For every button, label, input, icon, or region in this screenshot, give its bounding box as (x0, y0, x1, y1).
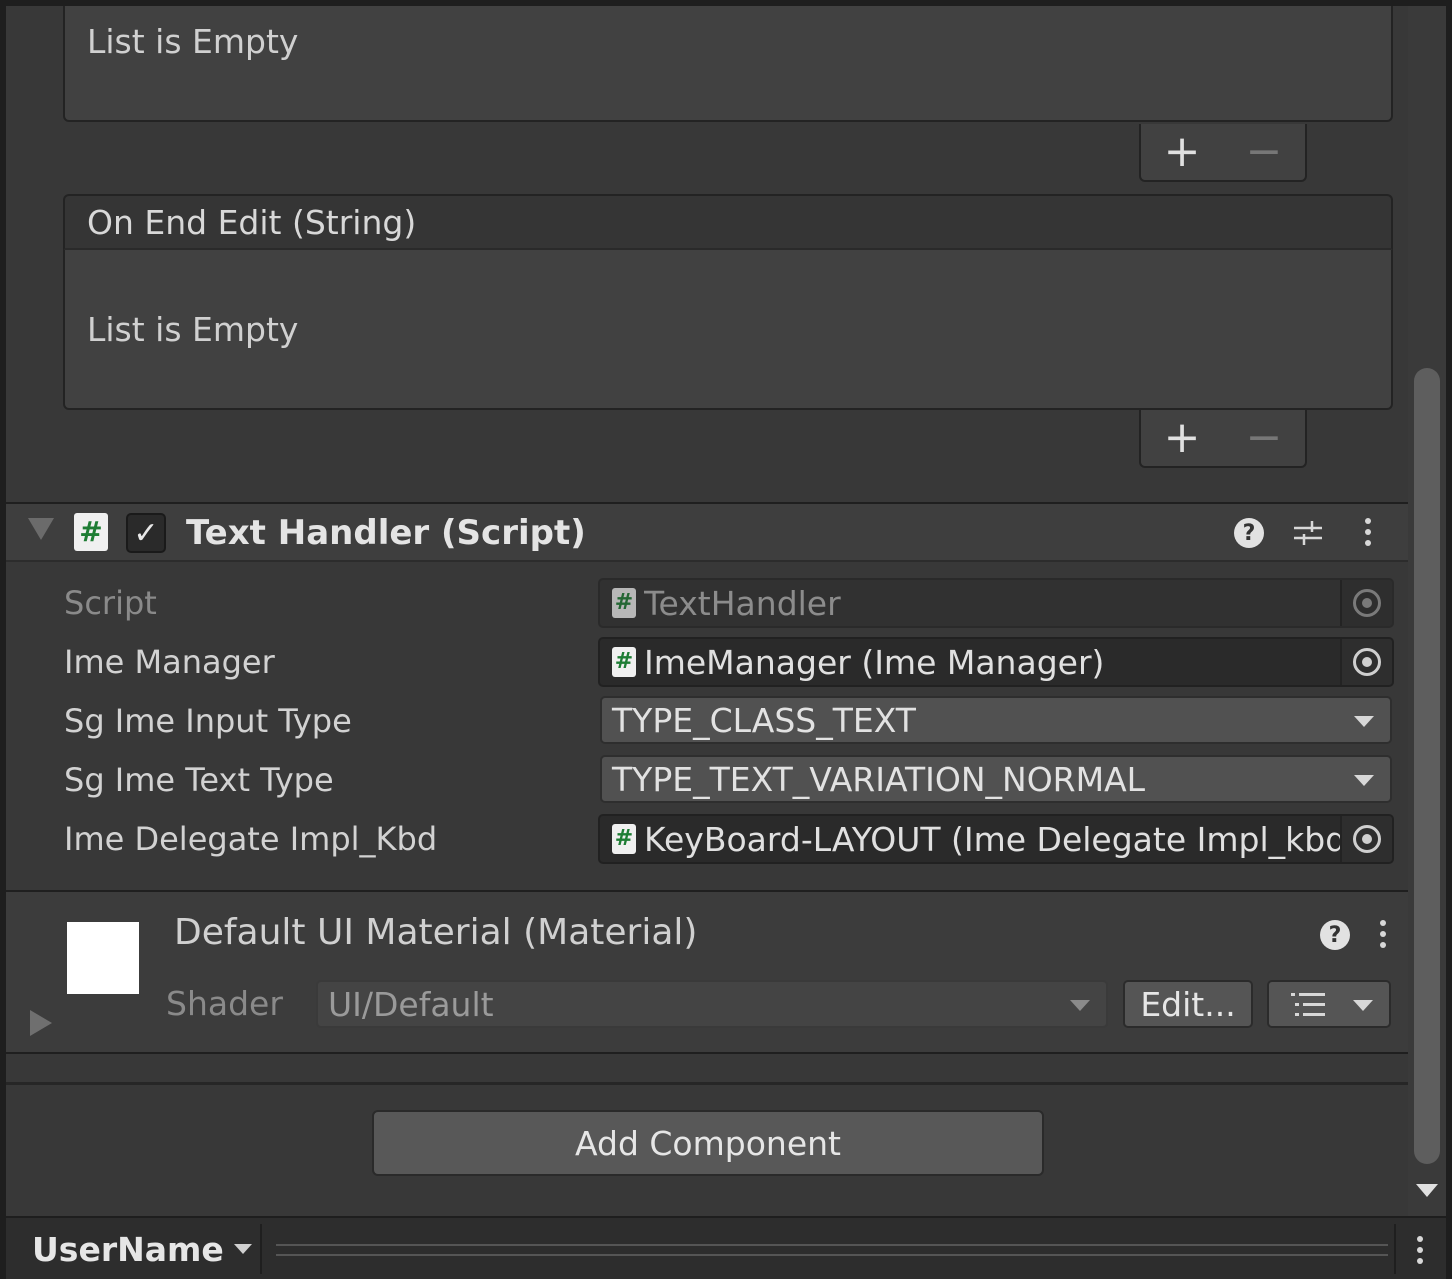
remove-listener-button[interactable]: − (1246, 416, 1283, 460)
drag-handle[interactable] (276, 1244, 1388, 1256)
checkmark-icon: ✓ (133, 515, 159, 551)
event-list-header: On End Edit (String) (63, 194, 1393, 250)
event-list-end-edit: On End Edit (String) List is Empty (63, 194, 1393, 410)
input-type-dropdown[interactable]: TYPE_CLASS_TEXT (600, 696, 1392, 744)
event-list-body: List is Empty (63, 6, 1393, 122)
shader-label: Shader (166, 984, 283, 1023)
input-type-value: TYPE_CLASS_TEXT (612, 700, 916, 740)
shader-value: UI/Default (328, 984, 494, 1024)
script-field-value: TextHandler (644, 583, 841, 623)
help-icon[interactable]: ? (1234, 518, 1264, 548)
script-label: Script (64, 584, 157, 622)
username-label: UserName (32, 1229, 224, 1269)
delegate-field-value: KeyBoard-LAYOUT (Ime Delegate Impl_kbd) (644, 819, 1340, 859)
script-icon: # (612, 588, 636, 618)
event-list-empty-text: List is Empty (87, 309, 299, 349)
ime-manager-field[interactable]: # ImeManager (Ime Manager) (598, 637, 1394, 687)
object-picker-icon (1340, 580, 1392, 626)
component-title: Text Handler (Script) (186, 513, 586, 553)
add-listener-button[interactable]: + (1164, 416, 1201, 460)
divider (1394, 1224, 1396, 1274)
event-list-empty-text: List is Empty (87, 22, 299, 61)
event-list-title: On End Edit (String) (87, 202, 417, 242)
chevron-down-icon (233, 1244, 252, 1254)
event-list-value-changed: List is Empty (63, 6, 1393, 122)
input-type-label: Sg Ime Input Type (64, 702, 352, 740)
presets-icon[interactable] (1292, 518, 1324, 548)
text-type-value: TYPE_TEXT_VARIATION_NORMAL (612, 759, 1146, 799)
shader-options-button[interactable] (1267, 980, 1391, 1028)
material-title: Default UI Material (Material) (174, 912, 698, 953)
chevron-down-icon (1354, 775, 1374, 786)
script-icon: # (74, 513, 108, 551)
chevron-down-icon (1354, 716, 1374, 727)
ime-manager-field-value: ImeManager (Ime Manager) (644, 642, 1105, 682)
scroll-down-arrow-icon[interactable] (1416, 1184, 1438, 1197)
script-icon: # (612, 824, 636, 854)
event-list-body: List is Empty (63, 250, 1393, 410)
event-list-footer: + − (1139, 124, 1307, 182)
object-picker-icon[interactable] (1340, 639, 1392, 685)
add-component-button[interactable]: Add Component (372, 1110, 1044, 1176)
component-menu-icon[interactable] (1364, 518, 1372, 551)
text-type-dropdown[interactable]: TYPE_TEXT_VARIATION_NORMAL (600, 755, 1392, 803)
bottom-bar: UserName (6, 1216, 1446, 1279)
inspector-window: List is Empty + − On End Edit (String) L… (6, 6, 1446, 1279)
divider (6, 1082, 1408, 1085)
list-icon (1291, 993, 1325, 1016)
material-section: Default UI Material (Material) ? Shader … (6, 890, 1408, 1054)
foldout-arrow-icon[interactable] (28, 518, 54, 540)
add-listener-button[interactable]: + (1164, 130, 1201, 174)
help-icon[interactable]: ? (1320, 920, 1350, 950)
remove-listener-button[interactable]: − (1246, 130, 1283, 174)
chevron-down-icon (1070, 1000, 1090, 1011)
text-type-label: Sg Ime Text Type (64, 761, 334, 799)
delegate-label: Ime Delegate Impl_Kbd (64, 820, 438, 858)
scrollbar-thumb[interactable] (1414, 368, 1440, 1164)
script-field: # TextHandler (598, 578, 1394, 628)
delegate-field[interactable]: # KeyBoard-LAYOUT (Ime Delegate Impl_kbd… (598, 814, 1394, 864)
script-icon: # (612, 647, 636, 677)
material-preview (67, 922, 139, 994)
foldout-arrow-icon[interactable] (30, 1010, 52, 1036)
chevron-down-icon (1353, 1000, 1373, 1011)
bottom-menu-icon[interactable] (1416, 1236, 1424, 1269)
edit-shader-button[interactable]: Edit... (1123, 980, 1253, 1028)
ime-manager-label: Ime Manager (64, 643, 275, 681)
material-menu-icon[interactable] (1379, 920, 1387, 953)
username-dropdown[interactable]: UserName (20, 1224, 262, 1274)
component-header[interactable]: # ✓ Text Handler (Script) ? (6, 502, 1408, 562)
event-list-footer: + − (1139, 410, 1307, 468)
component-enabled-checkbox[interactable]: ✓ (126, 513, 166, 553)
shader-dropdown: UI/Default (316, 980, 1108, 1028)
object-picker-icon[interactable] (1340, 816, 1392, 862)
